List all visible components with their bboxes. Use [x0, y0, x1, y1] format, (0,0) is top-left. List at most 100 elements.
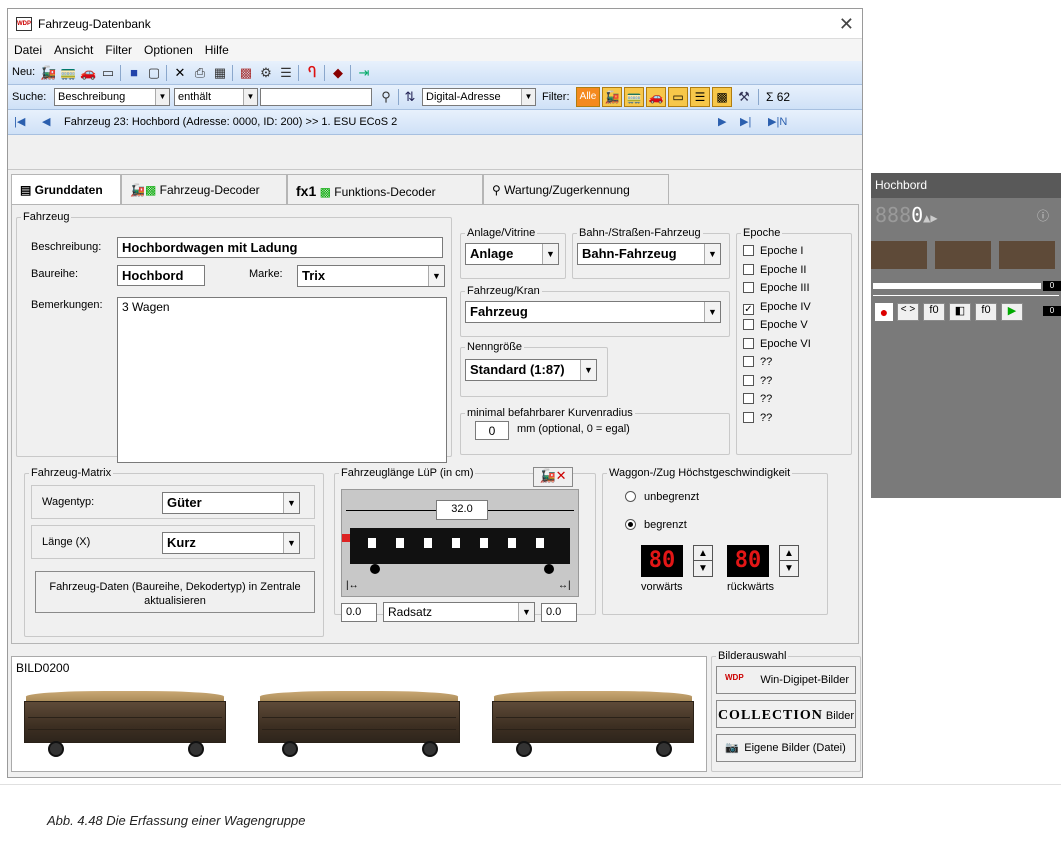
wrench-icon[interactable]: ⚒: [736, 89, 752, 105]
epoche-checkbox[interactable]: ??: [743, 411, 772, 424]
loco-settings-icon[interactable]: ⚙: [258, 65, 274, 81]
table-icon[interactable]: ▦: [212, 65, 228, 81]
epoche-checkbox[interactable]: Epoche VI: [743, 337, 811, 350]
epoche-checkbox[interactable]: Epoche V: [743, 319, 808, 331]
arrow-down-icon[interactable]: ▼: [694, 561, 712, 576]
beschreibung-input[interactable]: Hochbordwagen mit Ladung: [117, 237, 443, 258]
stop-button[interactable]: ●: [875, 303, 893, 321]
new-wagon-icon[interactable]: ▭: [100, 65, 116, 81]
eigene-bilder-button[interactable]: 📷 Eigene Bilder (Datei): [716, 734, 856, 762]
bemerkungen-textarea[interactable]: 3 Wagen: [117, 297, 447, 463]
next-record-icon[interactable]: ▶: [718, 115, 726, 128]
info-icon[interactable]: ⓘ: [1037, 207, 1049, 224]
search-input[interactable]: [260, 88, 372, 106]
filter-decoder-button[interactable]: ▩: [712, 87, 732, 107]
f0-button-1[interactable]: f0: [923, 303, 945, 321]
collection-bilder-button[interactable]: COLLECTION Bilder: [716, 700, 856, 728]
left-overhang-input[interactable]: 0.0: [341, 603, 377, 622]
menu-ansicht[interactable]: Ansicht: [48, 39, 99, 57]
laenge-select[interactable]: Kurz ▼: [162, 532, 300, 554]
epoche-checkbox[interactable]: ??: [743, 393, 772, 405]
close-icon[interactable]: ✕: [839, 14, 854, 35]
document-icon[interactable]: ▢: [146, 65, 162, 81]
kurvenradius-input[interactable]: 0: [475, 421, 509, 440]
decoder-icon[interactable]: ▩: [238, 65, 254, 81]
right-overhang-input[interactable]: 0.0: [541, 603, 577, 622]
window-title: Fahrzeug-Datenbank: [38, 17, 151, 31]
nenngroesse-select[interactable]: Standard (1:87) ▼: [465, 359, 597, 381]
filter-wagon-button[interactable]: ▭: [668, 87, 688, 107]
play-icon[interactable]: ▶: [1001, 303, 1023, 321]
exit-icon[interactable]: ⇥: [356, 65, 372, 81]
separator: [298, 65, 299, 81]
list-icon[interactable]: ☰: [278, 65, 294, 81]
tab-funktions-decoder[interactable]: fx1 ▩ Funktions-Decoder: [287, 174, 483, 204]
wheel-icon: [544, 564, 554, 574]
epoche-checkbox[interactable]: Epoche III: [743, 282, 810, 294]
arrow-up-icon[interactable]: ▲: [694, 546, 712, 561]
anlage-select[interactable]: Anlage ▼: [465, 243, 559, 265]
win-digipet-bilder-button[interactable]: WDP Win-Digipet-Bilder: [716, 666, 856, 694]
forward-speed-spinner[interactable]: ▲ ▼: [693, 545, 713, 577]
tab-fahrzeug-decoder[interactable]: 🚂▩ Fahrzeug-Decoder: [121, 174, 287, 204]
arrow-up-icon[interactable]: ▲: [780, 546, 798, 561]
epoche-checkbox[interactable]: ??: [743, 374, 772, 387]
epoche-checkbox[interactable]: ??: [743, 356, 772, 368]
separator: [166, 65, 167, 81]
bahn-select[interactable]: Bahn-Fahrzeug ▼: [577, 243, 721, 265]
menu-hilfe[interactable]: Hilfe: [199, 39, 235, 57]
reverse-speed-spinner[interactable]: ▲ ▼: [779, 545, 799, 577]
filter-locomotive-button[interactable]: 🚂: [602, 87, 622, 107]
menu-filter[interactable]: Filter: [99, 39, 138, 57]
last-record-icon[interactable]: ▶|: [740, 115, 751, 128]
f0-button-2[interactable]: f0: [975, 303, 997, 321]
new-car-icon[interactable]: 🚗: [80, 65, 96, 81]
prev-record-icon[interactable]: ◀: [42, 115, 50, 128]
kurvenradius-group: minimal befahrbarer Kurvenradius 0 mm (o…: [460, 407, 730, 455]
reverse-label: rückwärts: [727, 581, 775, 593]
record-info: Fahrzeug 23: Hochbord (Adresse: 0000, ID…: [64, 116, 398, 128]
coupling-icon[interactable]: 🚂✕: [533, 467, 573, 487]
bilderauswahl-group: Bilderauswahl WDP Win-Digipet-Bilder COLL…: [711, 650, 861, 772]
unbegrenzt-radio[interactable]: unbegrenzt: [625, 491, 699, 503]
direction-button[interactable]: < >: [897, 303, 919, 321]
kran-select[interactable]: Fahrzeug ▼: [465, 301, 721, 323]
book-icon[interactable]: ◆: [330, 65, 346, 81]
new-railcar-icon[interactable]: 🚃: [60, 65, 76, 81]
marke-select[interactable]: Trix ▼: [297, 265, 445, 287]
filter-car-button[interactable]: 🚗: [646, 87, 666, 107]
first-record-icon[interactable]: |◀: [14, 115, 25, 128]
print-icon[interactable]: ⎙: [192, 65, 208, 81]
tab-wartung[interactable]: ⚲ Wartung/Zugerkennung: [483, 174, 669, 204]
filter-all-button[interactable]: Alle: [576, 87, 600, 107]
new-locomotive-icon[interactable]: 🚂: [40, 65, 56, 81]
anlage-group: Anlage/Vitrine Anlage ▼: [460, 227, 566, 279]
delete-icon[interactable]: ✕: [172, 65, 188, 81]
sort-select[interactable]: Digital-Adresse ▼: [422, 88, 536, 106]
binoculars-icon[interactable]: ⚲: [378, 89, 394, 105]
wheel-icon: [370, 564, 380, 574]
epoche-group: Epoche Epoche I Epoche II Epoche III ✓ Epoch…: [736, 227, 852, 455]
radsatz-select[interactable]: Radsatz ▼: [383, 602, 535, 622]
search-field-select[interactable]: Beschreibung ▼: [54, 88, 170, 106]
tab-grunddaten[interactable]: ▤ Grunddaten: [11, 174, 121, 206]
sort-icon[interactable]: ⇅: [402, 89, 418, 105]
update-zentrale-button[interactable]: Fahrzeug-Daten (Baureihe, Dekodertyp) in…: [35, 571, 315, 613]
menu-optionen[interactable]: Optionen: [138, 39, 199, 57]
baureihe-input[interactable]: Hochbord: [117, 265, 205, 286]
save-icon[interactable]: ■: [126, 65, 142, 81]
epoche-checkbox[interactable]: Epoche I: [743, 245, 803, 257]
filter-railcar-button[interactable]: 🚃: [624, 87, 644, 107]
laenge-input[interactable]: 32.0: [436, 500, 488, 520]
new-record-icon[interactable]: ▶|N: [768, 115, 787, 128]
filter-list-button[interactable]: ☰: [690, 87, 710, 107]
light-icon[interactable]: ◧: [949, 303, 971, 321]
arrow-down-icon[interactable]: ▼: [780, 561, 798, 576]
epoche-checkbox[interactable]: Epoche II: [743, 263, 806, 276]
menu-datei[interactable]: Datei: [8, 39, 48, 57]
wagentyp-select[interactable]: Güter ▼: [162, 492, 300, 514]
magnet-icon[interactable]: Ⴄ: [304, 65, 320, 81]
epoche-checkbox[interactable]: ✓ Epoche IV: [743, 301, 811, 315]
begrenzt-radio[interactable]: begrenzt: [625, 519, 687, 531]
search-operator-select[interactable]: enthält ▼: [174, 88, 258, 106]
